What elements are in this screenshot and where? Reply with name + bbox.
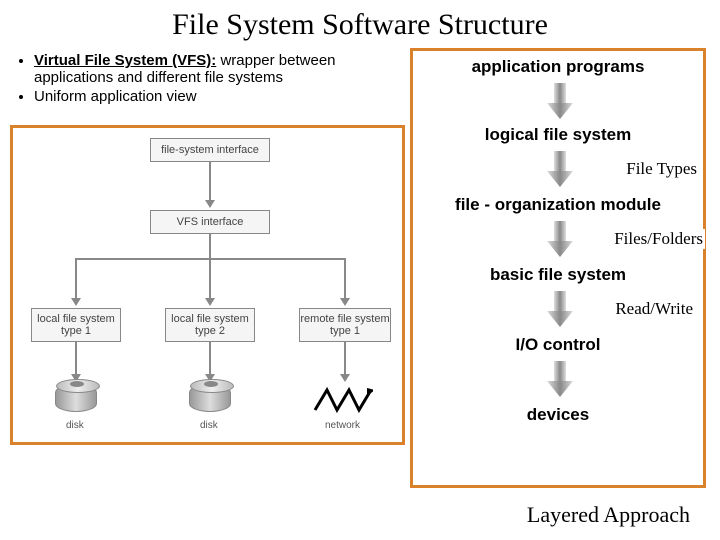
footer-layered-approach: Layered Approach xyxy=(527,502,690,528)
annotation-files-folders: Files/Folders xyxy=(612,229,705,249)
layer-devices: devices xyxy=(413,405,703,425)
disk-icon xyxy=(189,384,231,422)
box-local-fs-1: local file system type 1 xyxy=(31,308,121,342)
slide-title: File System Software Structure xyxy=(0,0,720,48)
arrow-down-icon xyxy=(340,374,350,382)
layer-file-organization-module: file - organization module xyxy=(413,195,703,215)
arrow-3d-down-icon xyxy=(545,151,575,192)
layer-io-control: I/O control xyxy=(413,335,703,355)
layered-diagram: application programs logical file system… xyxy=(410,48,706,488)
annotation-read-write: Read/Write xyxy=(613,299,695,319)
layer-logical-file-system: logical file system xyxy=(413,125,703,145)
network-label: network xyxy=(325,420,360,431)
arrow-3d-down-icon xyxy=(545,83,575,124)
bullet-uniform: Uniform application view xyxy=(34,88,410,105)
arrow-3d-down-icon xyxy=(545,361,575,402)
disk-icon xyxy=(55,384,97,422)
network-icon xyxy=(313,384,373,421)
disk-label-2: disk xyxy=(200,420,218,431)
right-column: application programs logical file system… xyxy=(410,48,710,488)
box-vfs-interface: VFS interface xyxy=(150,210,270,234)
bullet-list: Virtual File System (VFS): wrapper betwe… xyxy=(10,48,410,117)
disk-label-1: disk xyxy=(66,420,84,431)
arrow-down-icon xyxy=(205,200,215,208)
connector-line xyxy=(344,258,346,300)
connector-line xyxy=(75,258,77,300)
arrow-3d-down-icon xyxy=(545,221,575,262)
layer-application-programs: application programs xyxy=(413,57,703,77)
arrow-down-icon xyxy=(340,298,350,306)
connector-line xyxy=(209,162,211,202)
annotation-file-types: File Types xyxy=(624,159,699,179)
connector-line xyxy=(344,342,346,376)
bullet-vfs: Virtual File System (VFS): wrapper betwe… xyxy=(34,52,410,86)
vfs-diagram: file-system interface VFS interface loca… xyxy=(10,125,405,445)
connector-line xyxy=(209,342,211,376)
box-file-system-interface: file-system interface xyxy=(150,138,270,162)
box-remote-fs: remote file system type 1 xyxy=(299,308,391,342)
connector-line xyxy=(209,234,211,260)
vfs-term: Virtual File System (VFS): xyxy=(34,52,216,69)
box-local-fs-2: local file system type 2 xyxy=(165,308,255,342)
left-column: Virtual File System (VFS): wrapper betwe… xyxy=(10,48,410,488)
arrow-down-icon xyxy=(205,298,215,306)
content-area: Virtual File System (VFS): wrapper betwe… xyxy=(0,48,720,488)
layer-basic-file-system: basic file system xyxy=(413,265,703,285)
arrow-3d-down-icon xyxy=(545,291,575,332)
connector-line xyxy=(209,258,211,300)
connector-line xyxy=(75,342,77,376)
arrow-down-icon xyxy=(71,298,81,306)
